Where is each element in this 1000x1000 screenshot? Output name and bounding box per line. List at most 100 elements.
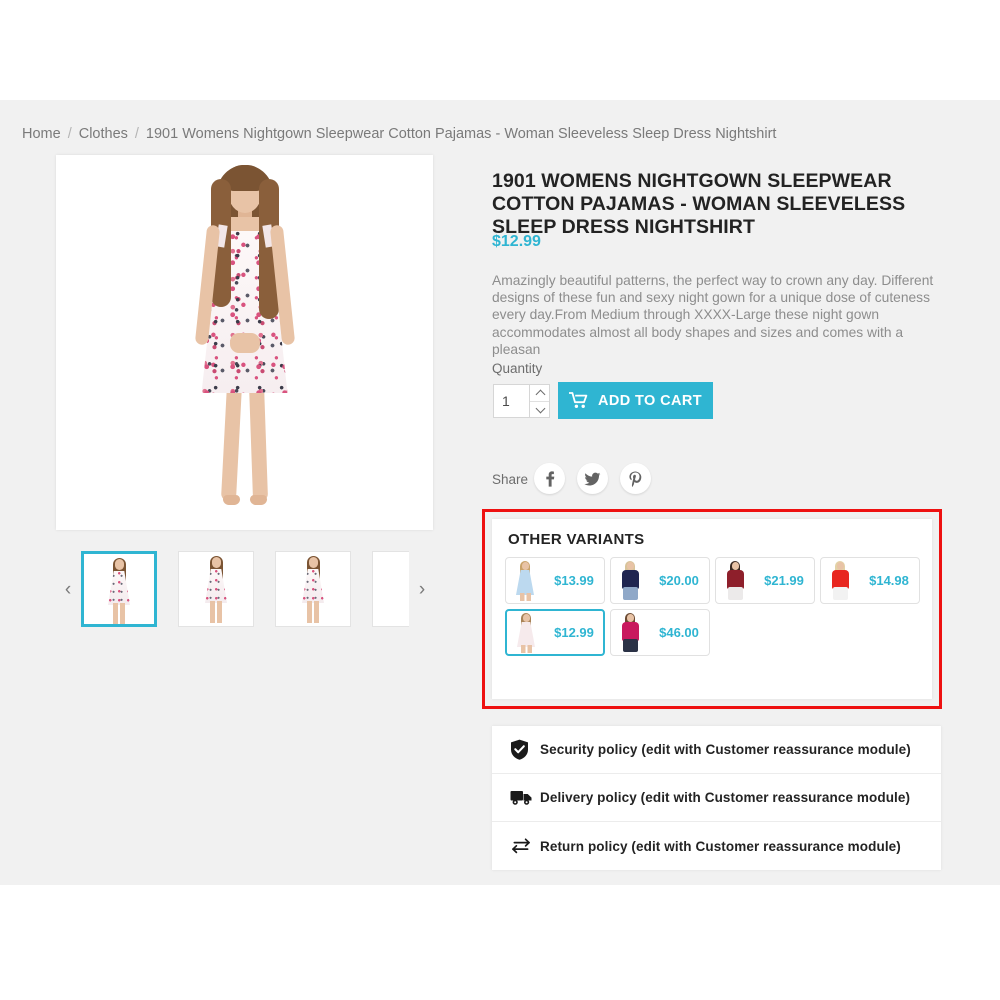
thumb-legs — [210, 601, 222, 623]
policy-text: Security policy (edit with Customer reas… — [540, 742, 911, 757]
share-label: Share — [492, 472, 529, 487]
add-to-cart-button[interactable]: ADD TO CART — [558, 382, 713, 419]
share-facebook-button[interactable] — [534, 463, 565, 494]
variant-item[interactable]: $14.98 — [820, 557, 920, 604]
variant-bottom — [622, 587, 638, 600]
model-leg-right — [248, 382, 268, 502]
thumbnail-carousel: ‹ › — [56, 551, 433, 629]
variant-legs — [520, 645, 532, 653]
reassurance-panel: Security policy (edit with Customer reas… — [492, 726, 941, 870]
facebook-icon — [545, 470, 554, 487]
quantity-input[interactable] — [494, 385, 530, 417]
page-title: 1901 WOMENS NIGHTGOWN SLEEPWEAR COTTON P… — [492, 170, 906, 239]
thumbnail-figure — [203, 556, 229, 623]
variant-garment — [516, 570, 534, 595]
policy-row-security[interactable]: Security policy (edit with Customer reas… — [492, 726, 941, 774]
policy-text: Delivery policy (edit with Customer reas… — [540, 790, 911, 805]
chevron-left-icon[interactable]: ‹ — [60, 579, 76, 601]
product-image-main[interactable] — [56, 155, 433, 530]
breadcrumb: Home / Clothes / 1901 Womens Nightgown Sleep… — [22, 126, 776, 142]
variant-figure — [516, 613, 536, 653]
model-leg-left — [220, 382, 242, 502]
variant-head — [522, 614, 530, 622]
variant-head — [626, 562, 634, 570]
variant-item[interactable]: $21.99 — [715, 557, 815, 604]
thumb-legs — [113, 603, 125, 624]
share-pinterest-button[interactable] — [620, 463, 651, 494]
other-variants-panel: OTHER VARIANTS $13.99 $20.00 $21.99 $14.… — [492, 519, 932, 699]
variant-price: $20.00 — [659, 573, 699, 588]
variant-item[interactable]: $20.00 — [610, 557, 710, 604]
product-price: $12.99 — [492, 233, 541, 250]
quantity-stepper-buttons — [529, 385, 549, 417]
share-twitter-button[interactable] — [577, 463, 608, 494]
chevron-up-icon[interactable] — [530, 385, 549, 402]
thumb-head — [211, 557, 221, 568]
thumb-legs — [307, 601, 319, 623]
thumb-dress — [302, 569, 324, 603]
variant-bottom — [832, 587, 848, 600]
other-variants-title: OTHER VARIANTS — [508, 531, 645, 548]
variant-thumbnail — [611, 559, 649, 602]
shopping-cart-icon — [568, 392, 588, 408]
thumbnail-strip — [81, 551, 409, 629]
breadcrumb-separator: / — [134, 126, 139, 142]
variant-bottom — [727, 587, 743, 600]
thumb-head — [114, 559, 124, 570]
variant-price: $12.99 — [554, 625, 594, 640]
quantity-label: Quantity — [492, 361, 543, 376]
variant-thumbnail — [821, 559, 859, 602]
variant-head — [626, 614, 634, 622]
variant-thumbnail — [506, 559, 544, 602]
breadcrumb-item-home[interactable]: Home — [22, 126, 61, 142]
variant-bottom — [622, 639, 638, 652]
model-foot-right — [249, 495, 267, 505]
thumbnail-item[interactable] — [372, 551, 409, 627]
variant-legs — [519, 593, 531, 601]
breadcrumb-item-current: 1901 Womens Nightgown Sleepwear Cotton P… — [145, 126, 777, 142]
variant-item-selected[interactable]: $12.99 — [505, 609, 605, 656]
variant-figure — [620, 613, 640, 652]
policy-row-delivery[interactable]: Delivery policy (edit with Customer reas… — [492, 774, 941, 822]
variant-grid: $13.99 $20.00 $21.99 $14.98 $12.99 $46.0… — [505, 557, 923, 656]
product-photo — [56, 155, 433, 530]
variant-figure — [515, 561, 535, 601]
truck-icon — [510, 789, 540, 806]
product-page: Home / Clothes / 1901 Womens Nightgown Sleep… — [0, 0, 1000, 1000]
twitter-icon — [584, 472, 601, 485]
variant-head — [521, 562, 529, 570]
breadcrumb-item-clothes[interactable]: Clothes — [79, 126, 128, 142]
variant-item[interactable]: $46.00 — [610, 609, 710, 656]
variant-price: $21.99 — [764, 573, 804, 588]
quantity-stepper[interactable] — [493, 384, 550, 418]
thumb-dress — [108, 571, 130, 605]
variant-garment — [517, 622, 535, 647]
chevron-down-icon[interactable] — [530, 402, 549, 418]
thumbnail-figure — [106, 558, 132, 624]
thumbnail-item[interactable] — [275, 551, 351, 627]
variant-figure — [830, 561, 850, 600]
shield-check-icon — [510, 739, 540, 760]
variant-figure — [725, 561, 745, 600]
product-description: Amazingly beautiful patterns, the perfec… — [492, 273, 934, 357]
pinterest-icon — [629, 471, 642, 487]
model-foot-left — [222, 495, 240, 505]
variant-head — [731, 562, 739, 570]
chevron-right-icon[interactable]: › — [414, 579, 430, 601]
thumbnail-item[interactable] — [178, 551, 254, 627]
thumb-head — [308, 557, 318, 568]
add-to-cart-label: ADD TO CART — [597, 392, 703, 409]
policy-text: Return policy (edit with Customer reassu… — [540, 838, 901, 854]
breadcrumb-separator: / — [67, 126, 72, 142]
variant-price: $14.98 — [869, 573, 909, 588]
thumbnail-item[interactable] — [81, 551, 157, 627]
variant-thumbnail — [507, 611, 545, 654]
variant-thumbnail — [716, 559, 754, 602]
variant-thumbnail — [611, 611, 649, 654]
policy-row-return[interactable]: Return policy (edit with Customer reassu… — [492, 822, 941, 870]
return-arrows-icon — [510, 838, 540, 854]
variant-item[interactable]: $13.99 — [505, 557, 605, 604]
thumbnail-figure — [300, 556, 326, 623]
model-hands — [229, 333, 260, 353]
variant-figure — [620, 561, 640, 600]
